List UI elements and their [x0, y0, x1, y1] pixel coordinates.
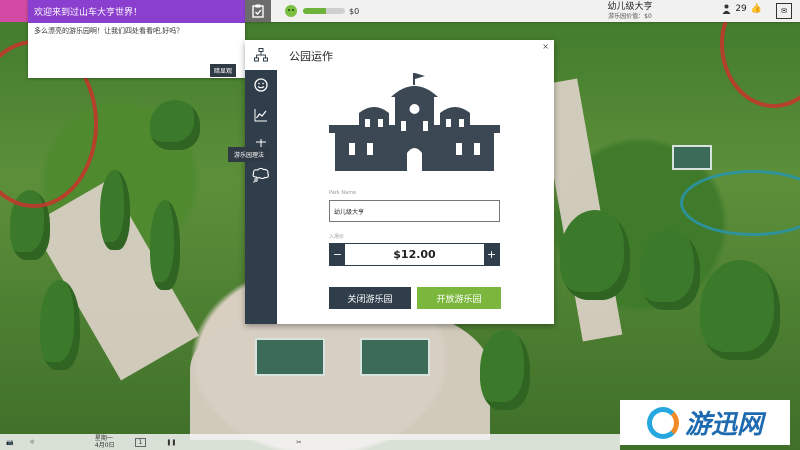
game-screen: { "welcome": {"title":"欢迎来到过山车大亨世界！","bo… [0, 0, 800, 450]
org-chart-icon [254, 48, 268, 62]
tree [100, 170, 130, 250]
tree [150, 100, 200, 150]
person-icon [722, 4, 731, 14]
tab-thoughts[interactable] [245, 160, 277, 190]
money-display: $0 [349, 6, 360, 16]
watermark-logo: 游迅网 [620, 400, 790, 445]
entry-price-stepper: − $12.00 + [329, 243, 500, 266]
park-name-label: Park Name [329, 190, 357, 196]
swirl-logo-icon [646, 406, 679, 439]
welcome-body: 多么漂亮的游乐园啊！让我们四处看看吧,好吗？ [34, 27, 184, 35]
weekday: 星期一 [94, 435, 113, 442]
park-name-display[interactable]: 幼儿级大亨 游乐园价值：$0 [575, 2, 685, 22]
objectives-button[interactable] [245, 0, 271, 22]
park-entrance-castle-icon [329, 73, 500, 171]
message-icon: ✉ [781, 7, 787, 15]
top-bar: $0 幼儿级大亨 游乐园价值：$0 29 👍 ✉ [245, 0, 800, 22]
dialog-title: 公园运作 [289, 50, 333, 63]
sun-icon[interactable]: ☼ [29, 439, 34, 446]
welcome-tag: 暗显观 [210, 64, 237, 77]
sidebar-tooltip: 游乐园理法 [228, 147, 271, 162]
park-name-field[interactable] [329, 200, 500, 222]
tree [640, 230, 700, 310]
tab-park-management[interactable] [245, 40, 277, 70]
thought-cloud-icon [252, 167, 269, 183]
notification-marker [0, 0, 28, 22]
thumbs-up-icon: 👍 [750, 4, 762, 14]
tree [480, 330, 530, 410]
bottom-bar: 📷 ☼ 星期一 4月0日 1 ❚❚ ✂ [0, 434, 620, 450]
tree [700, 260, 780, 360]
park-name: 幼儿级大亨 [607, 2, 653, 12]
game-date: 星期一 4月0日 [95, 435, 115, 449]
tree [150, 200, 180, 290]
pause-icon[interactable]: ❚❚ [166, 439, 176, 446]
coaster-track [680, 170, 800, 236]
close-icon[interactable]: × [542, 42, 549, 51]
messages-button[interactable]: ✉ [776, 3, 792, 19]
camera-icon[interactable]: 📷 [6, 439, 13, 446]
tree [40, 280, 80, 370]
tree [560, 210, 630, 300]
dialog-sidebar [245, 40, 277, 324]
entry-price-value: $12.00 [393, 248, 436, 261]
smiley-icon [285, 5, 297, 17]
park-rating[interactable] [285, 5, 345, 17]
tab-finance[interactable] [245, 100, 277, 130]
open-park-button[interactable]: 开放游乐园 [417, 287, 501, 309]
line-chart-icon [254, 109, 267, 122]
kiosk-roof [255, 338, 325, 376]
kiosk-roof [672, 145, 712, 170]
game-speed[interactable]: 1 [134, 437, 147, 447]
park-operations-dialog: 公园运作 × Park Name 入场价 − $12.00 [245, 40, 554, 324]
build-tool-icon[interactable]: ✂ [296, 439, 301, 446]
smiley-icon [254, 78, 268, 92]
kiosk-roof [360, 338, 430, 376]
welcome-title: 欢迎来到过山车大亨世界！ [28, 0, 245, 23]
park-value: 游乐园价值：$0 [608, 13, 652, 20]
entry-price-label: 入场价 [329, 234, 345, 240]
logo-text: 游迅网 [684, 410, 763, 440]
rating-bar [303, 8, 345, 14]
price-decrease-button[interactable]: − [330, 244, 345, 265]
price-increase-button[interactable]: + [484, 244, 499, 265]
close-park-button[interactable]: 关闭游乐园 [329, 287, 411, 309]
guest-count[interactable]: 29 👍 [722, 4, 762, 14]
guest-count-value: 29 [735, 4, 747, 14]
date: 4月0日 [94, 442, 115, 449]
tab-guests[interactable] [245, 70, 277, 100]
clipboard-icon [252, 4, 264, 18]
